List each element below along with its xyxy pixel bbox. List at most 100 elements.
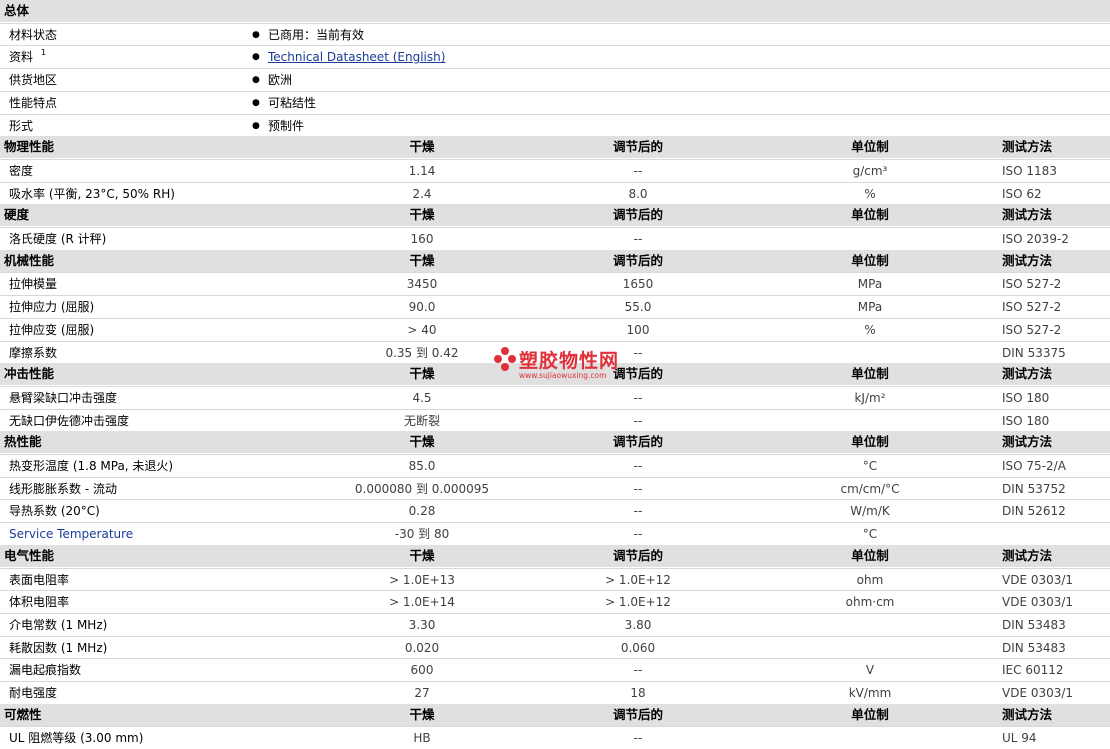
value-test-method: VDE 0303/1 bbox=[1002, 595, 1074, 610]
value-conditioned: -- bbox=[633, 663, 643, 678]
property-label: 导热系数 (20°C) bbox=[9, 504, 100, 519]
value-dry: 160 bbox=[410, 232, 434, 246]
bullet-icon: ● bbox=[252, 75, 260, 86]
property-label: 漏电起痕指数 bbox=[9, 663, 82, 678]
value-test-method: IEC 60112 bbox=[1002, 663, 1064, 678]
value-conditioned: -- bbox=[633, 527, 643, 542]
section-title: 机械性能 bbox=[4, 252, 55, 268]
property-label: 介电常数 (1 MHz) bbox=[9, 617, 108, 632]
property-label: 洛氏硬度 (R 计秤) bbox=[9, 232, 107, 246]
value-conditioned: 18 bbox=[630, 686, 646, 700]
general-row: 材料状态 ● 已商用：当前有效 bbox=[0, 22, 1110, 45]
general-label: 供货地区 bbox=[9, 73, 58, 88]
section-header: 物理性能 干燥 调节后的 单位制 测试方法 bbox=[0, 136, 1110, 159]
value-dry: 600 bbox=[410, 663, 434, 678]
value-dry: > 40 bbox=[407, 322, 437, 337]
table-row: 耗散因数 (1 MHz) 0.020 0.060 DIN 53483 bbox=[0, 635, 1110, 659]
value-test-method: ISO 2039-2 bbox=[1002, 232, 1069, 246]
value-unit: MPa bbox=[857, 277, 883, 292]
value-unit bbox=[760, 637, 980, 659]
general-label: 材料状态 bbox=[9, 27, 58, 42]
property-label: 耐电强度 bbox=[9, 686, 58, 700]
value-dry: 0.35 到 0.42 bbox=[385, 345, 459, 360]
col-header-dry: 干燥 bbox=[409, 366, 435, 382]
bullet-icon: ● bbox=[252, 97, 260, 108]
property-label: 拉伸模量 bbox=[9, 277, 58, 292]
bullet-icon: ● bbox=[252, 52, 260, 63]
value-conditioned: -- bbox=[633, 232, 643, 246]
value-conditioned: 100 bbox=[626, 322, 650, 337]
section-header: 可燃性 干燥 调节后的 单位制 测试方法 bbox=[0, 703, 1110, 726]
value-test-method: ISO 527-2 bbox=[1002, 322, 1062, 337]
value-dry: 85.0 bbox=[408, 459, 436, 473]
property-label: 密度 bbox=[9, 163, 34, 178]
section-title: 物理性能 bbox=[4, 139, 55, 155]
property-label: 热变形温度 (1.8 MPa, 未退火) bbox=[9, 459, 174, 473]
value-test-method: UL 94 bbox=[1002, 731, 1037, 746]
property-label: Service Temperature bbox=[9, 527, 134, 542]
value-unit: ohm bbox=[856, 572, 884, 587]
value-dry: 4.5 bbox=[412, 390, 432, 405]
value-unit: % bbox=[864, 186, 876, 201]
value-unit bbox=[760, 614, 980, 636]
value-test-method: ISO 180 bbox=[1002, 390, 1050, 405]
table-row: 洛氏硬度 (R 计秤) 160 -- ISO 2039-2 bbox=[0, 227, 1110, 249]
value-unit: kJ/m² bbox=[854, 390, 886, 405]
value-dry: 3.30 bbox=[408, 617, 436, 632]
col-header-conditioned: 调节后的 bbox=[612, 139, 663, 155]
value-unit: V bbox=[865, 663, 875, 678]
footnote-marker: 1 bbox=[41, 48, 47, 58]
value-dry: -30 到 80 bbox=[394, 527, 450, 542]
value-test-method: ISO 527-2 bbox=[1002, 277, 1062, 292]
table-row: 拉伸模量 3450 1650 MPa ISO 527-2 bbox=[0, 272, 1110, 294]
table-row: 密度 1.14 -- g/cm³ ISO 1183 bbox=[0, 158, 1110, 181]
value-dry: HB bbox=[413, 731, 431, 746]
col-header-unit: 单位制 bbox=[851, 139, 889, 155]
col-header-unit: 单位制 bbox=[851, 434, 889, 450]
section-title: 电气性能 bbox=[4, 547, 55, 563]
section-header-general: 总体 bbox=[0, 0, 1110, 22]
col-header-unit: 单位制 bbox=[851, 547, 889, 563]
value-unit: W/m/K bbox=[850, 504, 890, 519]
value-conditioned: 0.060 bbox=[620, 640, 656, 655]
value-test-method: VDE 0303/1 bbox=[1002, 686, 1074, 700]
section-header: 热性能 干燥 调节后的 单位制 测试方法 bbox=[0, 431, 1110, 454]
value-unit bbox=[760, 342, 980, 364]
value-test-method: ISO 180 bbox=[1002, 413, 1050, 428]
value-dry: 3450 bbox=[406, 277, 438, 292]
section-header: 机械性能 干燥 调节后的 单位制 测试方法 bbox=[0, 249, 1110, 272]
property-label: 无缺口伊佐德冲击强度 bbox=[9, 413, 130, 428]
value-test-method: DIN 53375 bbox=[1002, 345, 1066, 360]
col-header-dry: 干燥 bbox=[409, 706, 435, 722]
value-dry: 0.020 bbox=[404, 640, 440, 655]
datasheet-link[interactable]: Technical Datasheet (English) bbox=[268, 46, 445, 68]
value-unit: g/cm³ bbox=[852, 163, 888, 178]
general-row: 性能特点 ● 可粘结性 bbox=[0, 90, 1110, 113]
value-dry: 0.28 bbox=[408, 504, 436, 519]
col-header-dry: 干燥 bbox=[409, 139, 435, 155]
value-unit bbox=[760, 727, 980, 749]
value-test-method: DIN 53483 bbox=[1002, 640, 1066, 655]
col-header-unit: 单位制 bbox=[851, 252, 889, 268]
value-dry: 90.0 bbox=[408, 300, 436, 315]
value-conditioned: > 1.0E+12 bbox=[605, 572, 671, 587]
value-test-method: DIN 53752 bbox=[1002, 481, 1066, 496]
value-unit bbox=[760, 228, 980, 250]
col-header-conditioned: 调节后的 bbox=[612, 706, 663, 722]
value-conditioned: 8.0 bbox=[628, 186, 648, 201]
value-unit: cm/cm/°C bbox=[840, 481, 900, 496]
table-row: 介电常数 (1 MHz) 3.30 3.80 DIN 53483 bbox=[0, 612, 1110, 636]
table-row: 耐电强度 27 18 kV/mm VDE 0303/1 bbox=[0, 681, 1110, 703]
value-conditioned: -- bbox=[633, 163, 643, 178]
value-test-method: ISO 75-2/A bbox=[1002, 459, 1066, 473]
property-label: 耗散因数 (1 MHz) bbox=[9, 640, 108, 655]
table-row: 漏电起痕指数 600 -- V IEC 60112 bbox=[0, 658, 1110, 680]
table-row: 导热系数 (20°C) 0.28 -- W/m/K DIN 52612 bbox=[0, 499, 1110, 521]
value-unit: °C bbox=[862, 527, 878, 542]
value-dry: 2.4 bbox=[412, 186, 432, 201]
col-header-test-method: 测试方法 bbox=[1002, 706, 1053, 722]
value-unit: kV/mm bbox=[848, 686, 892, 700]
col-header-unit: 单位制 bbox=[851, 706, 889, 722]
table-row: 拉伸应力 (屈服) 90.0 55.0 MPa ISO 527-2 bbox=[0, 295, 1110, 317]
property-label: 表面电阻率 bbox=[9, 572, 70, 587]
